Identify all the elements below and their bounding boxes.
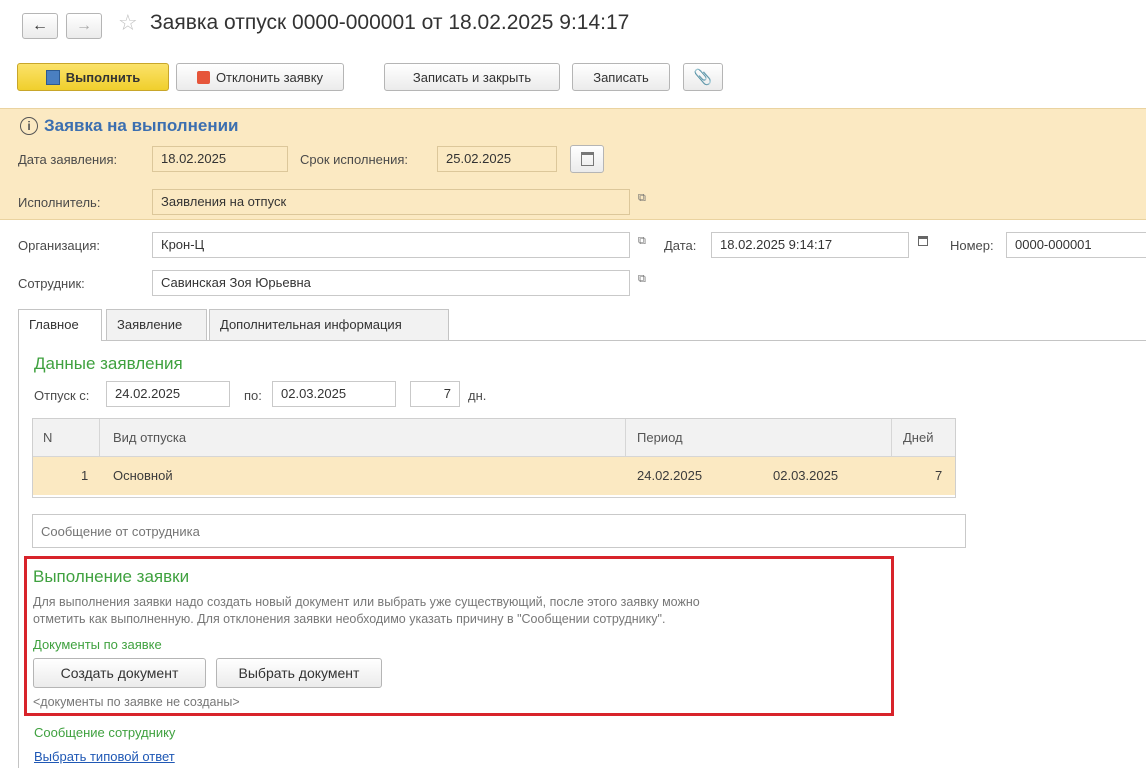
tab-additional-info[interactable]: Дополнительная информация [209, 309, 449, 340]
number-field[interactable]: 0000-000001 [1006, 232, 1146, 258]
employee-label: Сотрудник: [18, 276, 85, 291]
message-from-employee-input[interactable] [32, 514, 966, 548]
vacation-to-field[interactable]: 02.03.2025 [272, 381, 396, 407]
favorite-star-icon[interactable]: ☆ [118, 10, 138, 36]
open-executor-icon[interactable]: ⧉ [638, 192, 646, 205]
save-button[interactable]: Записать [572, 63, 670, 91]
forward-button[interactable]: → [66, 13, 102, 39]
no-documents-text: <документы по заявке не созданы> [33, 695, 240, 709]
tab-panel-border [18, 340, 19, 768]
execution-block-highlight: Выполнение заявки Для выполнения заявки … [24, 556, 894, 716]
col-period-header[interactable]: Период [637, 430, 683, 445]
days-unit-label: дн. [468, 388, 487, 403]
calendar-icon [580, 152, 594, 166]
number-label: Номер: [950, 238, 994, 253]
request-date-label: Дата заявления: [18, 152, 118, 167]
employee-message-label: Сообщение сотруднику [34, 725, 176, 740]
info-icon: i [20, 117, 38, 135]
calendar-button[interactable] [570, 145, 604, 173]
row-n: 1 [81, 468, 89, 483]
title-bar: ← → ☆ Заявка отпуск 0000-000001 от 18.02… [0, 0, 1146, 44]
document-icon [45, 69, 60, 85]
vacation-days-field[interactable]: 7 [410, 381, 460, 407]
select-document-button[interactable]: Выбрать документ [216, 658, 382, 688]
reject-icon [196, 70, 210, 84]
row-days: 7 [935, 468, 943, 483]
create-document-button[interactable]: Создать документ [33, 658, 206, 688]
tab-main[interactable]: Главное [18, 309, 102, 341]
col-days-header[interactable]: Дней [903, 430, 933, 445]
choose-standard-reply-link[interactable]: Выбрать типовой ответ [34, 749, 175, 764]
table-row[interactable]: 1 Основной 24.02.2025 02.03.2025 7 [33, 457, 955, 495]
paperclip-icon: 📎 [693, 69, 713, 86]
tab-statement[interactable]: Заявление [106, 309, 207, 340]
vacation-from-field[interactable]: 24.02.2025 [106, 381, 230, 407]
date-label: Дата: [664, 238, 697, 253]
execution-description-line1: Для выполнения заявки надо создать новый… [33, 595, 700, 609]
reject-button[interactable]: Отклонить заявку [176, 63, 344, 91]
col-n-header[interactable]: N [43, 430, 52, 445]
execution-title: Выполнение заявки [33, 567, 190, 586]
employee-field[interactable]: Савинская Зоя Юрьевна [152, 270, 630, 296]
open-employee-icon[interactable]: ⧉ [638, 273, 646, 286]
table-header-row: N Вид отпуска Период Дней [33, 419, 955, 457]
row-period-to: 02.03.2025 [773, 468, 839, 483]
documents-label: Документы по заявке [33, 637, 162, 652]
tab-divider [102, 340, 1146, 341]
organization-label: Организация: [18, 238, 101, 253]
attach-button[interactable]: 📎 [683, 63, 723, 91]
request-data-title: Данные заявления [34, 354, 183, 373]
row-period-from: 24.02.2025 [637, 468, 703, 483]
deadline-field[interactable]: 25.02.2025 [437, 146, 557, 172]
vacation-to-label: по: [244, 388, 262, 403]
execution-description-line2: отметить как выполненную. Для отклонения… [33, 612, 666, 626]
executor-label: Исполнитель: [18, 195, 101, 210]
request-date-field[interactable]: 18.02.2025 [152, 146, 288, 172]
executor-field[interactable]: Заявления на отпуск [152, 189, 630, 215]
back-button[interactable]: ← [22, 13, 58, 39]
vacation-table: N Вид отпуска Период Дней 1 Основной 24.… [32, 418, 956, 498]
col-type-header[interactable]: Вид отпуска [113, 430, 186, 445]
row-type: Основной [113, 468, 173, 483]
calendar-icon[interactable] [918, 236, 928, 246]
status-panel: i Заявка на выполнении Дата заявления: 1… [0, 108, 1146, 220]
execute-button[interactable]: Выполнить [17, 63, 169, 91]
open-organization-icon[interactable]: ⧉ [638, 235, 646, 248]
organization-field[interactable]: Крон-Ц [152, 232, 630, 258]
save-and-close-button[interactable]: Записать и закрыть [384, 63, 560, 91]
vacation-from-label: Отпуск с: [34, 388, 90, 403]
arrow-left-icon: ← [32, 17, 48, 34]
window-title: Заявка отпуск 0000-000001 от 18.02.2025 … [150, 11, 630, 34]
date-field[interactable]: 18.02.2025 9:14:17 [711, 232, 909, 258]
arrow-right-icon: → [76, 17, 92, 34]
deadline-label: Срок исполнения: [300, 152, 408, 167]
status-title: Заявка на выполнении [44, 116, 239, 135]
